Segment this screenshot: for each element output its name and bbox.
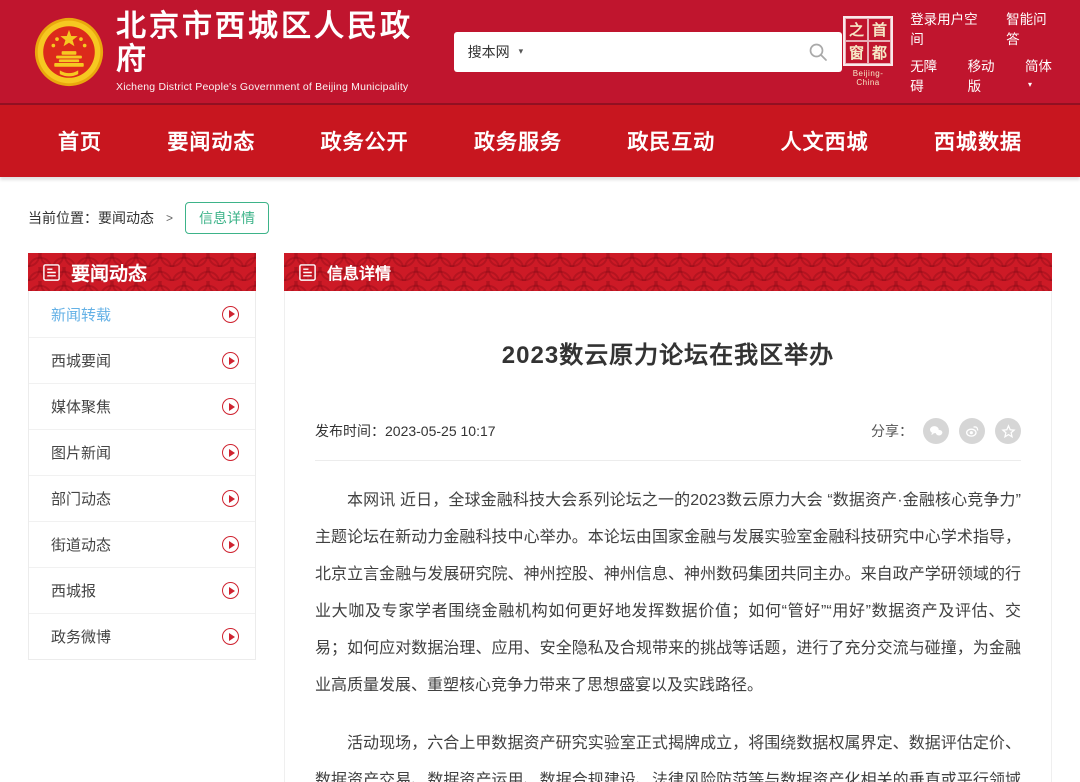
search-scope-label: 搜本网 bbox=[468, 42, 510, 62]
sidebar-item-label: 西城要闻 bbox=[51, 350, 111, 371]
sidebar-item-label: 部门动态 bbox=[51, 488, 111, 509]
sidebar-item-label: 西城报 bbox=[51, 580, 96, 601]
sidebar-item-xicheng-news[interactable]: 西城要闻 bbox=[29, 337, 255, 383]
breadcrumb-label: 当前位置： bbox=[28, 208, 98, 228]
chevron-down-icon: ▾ bbox=[1028, 80, 1032, 89]
accessibility-link[interactable]: 无障碍 bbox=[910, 55, 949, 95]
capital-window-logo[interactable]: 之 首 窗 都 Beijing-China bbox=[842, 16, 894, 87]
article-paragraph: 本网讯 近日，全球金融科技大会系列论坛之一的2023数云原力大会 “数据资产·金… bbox=[315, 482, 1021, 704]
cap-char: 首 bbox=[868, 18, 891, 41]
circle-arrow-icon bbox=[222, 582, 239, 599]
sidebar-list: 新闻转载 西城要闻 媒体聚焦 图片新闻 部门动态 街道动态 bbox=[28, 291, 256, 660]
breadcrumb-current-badge[interactable]: 信息详情 bbox=[185, 202, 269, 234]
mobile-version-link[interactable]: 移动版 bbox=[968, 55, 1007, 95]
sidebar-item-news-repost[interactable]: 新闻转载 bbox=[29, 291, 255, 337]
article-meta: 发布时间：2023-05-25 10:17 分享： bbox=[315, 418, 1021, 461]
sidebar-item-media-focus[interactable]: 媒体聚焦 bbox=[29, 383, 255, 429]
search-bar: 搜本网 ▾ bbox=[454, 32, 842, 72]
header-right: 之 首 窗 都 Beijing-China 登录用户空间 智能问答 无障碍 移动… bbox=[842, 1, 1058, 102]
sidebar-item-gov-weibo[interactable]: 政务微博 bbox=[29, 613, 255, 659]
circle-arrow-icon bbox=[222, 444, 239, 461]
weibo-share-icon[interactable] bbox=[959, 418, 985, 444]
star-share-icon[interactable] bbox=[995, 418, 1021, 444]
wechat-share-icon[interactable] bbox=[923, 418, 949, 444]
search-scope-dropdown[interactable]: 搜本网 ▾ bbox=[468, 42, 524, 62]
content-area: 要闻动态 新闻转载 西城要闻 媒体聚焦 图片新闻 部门动态 bbox=[28, 253, 1052, 782]
nav-item-gov-services[interactable]: 政务服务 bbox=[474, 126, 562, 156]
national-emblem-logo bbox=[34, 17, 104, 87]
sidebar-item-label: 媒体聚焦 bbox=[51, 396, 111, 417]
circle-arrow-icon bbox=[222, 352, 239, 369]
capital-window-grid: 之 首 窗 都 bbox=[843, 16, 893, 66]
publish-time-value: 2023-05-25 10:17 bbox=[385, 423, 496, 439]
site-identity: 北京市西城区人民政府 Xicheng District People's Gov… bbox=[116, 10, 436, 93]
nav-item-interaction[interactable]: 政民互动 bbox=[627, 126, 715, 156]
breadcrumb-separator: > bbox=[166, 211, 173, 225]
search-input[interactable] bbox=[531, 44, 800, 60]
sidebar-item-label: 新闻转载 bbox=[51, 304, 111, 325]
circle-arrow-icon bbox=[222, 628, 239, 645]
site-header: 北京市西城区人民政府 Xicheng District People's Gov… bbox=[0, 0, 1080, 103]
chevron-down-icon: ▾ bbox=[519, 46, 524, 57]
article-panel-header: 信息详情 bbox=[284, 253, 1052, 291]
nav-item-culture[interactable]: 人文西城 bbox=[781, 126, 869, 156]
article-content: 本网讯 近日，全球金融科技大会系列论坛之一的2023数云原力大会 “数据资产·金… bbox=[315, 482, 1021, 782]
share-bar: 分享： bbox=[871, 418, 1021, 444]
sidebar-item-label: 街道动态 bbox=[51, 534, 111, 555]
document-icon bbox=[298, 263, 317, 282]
nav-item-gov-affairs-open[interactable]: 政务公开 bbox=[321, 126, 409, 156]
smart-qa-link[interactable]: 智能问答 bbox=[1006, 8, 1058, 48]
article-body-panel: 2023数云原力论坛在我区举办 发布时间：2023-05-25 10:17 分享… bbox=[284, 291, 1052, 782]
circle-arrow-icon bbox=[222, 306, 239, 323]
capital-window-caption: Beijing-China bbox=[842, 69, 894, 87]
cap-char: 窗 bbox=[845, 41, 868, 64]
site-title: 北京市西城区人民政府 bbox=[116, 10, 436, 76]
sidebar: 要闻动态 新闻转载 西城要闻 媒体聚焦 图片新闻 部门动态 bbox=[28, 253, 256, 660]
sidebar-item-label: 图片新闻 bbox=[51, 442, 111, 463]
sidebar-item-xicheng-daily[interactable]: 西城报 bbox=[29, 567, 255, 613]
breadcrumb-section-link[interactable]: 要闻动态 bbox=[98, 208, 154, 228]
site-subtitle: Xicheng District People's Government of … bbox=[116, 81, 436, 93]
sidebar-item-street-updates[interactable]: 街道动态 bbox=[29, 521, 255, 567]
article-panel: 信息详情 2023数云原力论坛在我区举办 发布时间：2023-05-25 10:… bbox=[284, 253, 1052, 782]
circle-arrow-icon bbox=[222, 536, 239, 553]
document-icon bbox=[42, 263, 61, 282]
article-title: 2023数云原力论坛在我区举办 bbox=[315, 291, 1021, 370]
publish-time-label: 发布时间： bbox=[315, 423, 385, 439]
sidebar-title: 要闻动态 bbox=[71, 259, 147, 286]
language-dropdown[interactable]: 简体 ▾ bbox=[1025, 55, 1058, 95]
breadcrumb: 当前位置： 要闻动态 > 信息详情 bbox=[0, 177, 1080, 253]
cap-char: 都 bbox=[868, 41, 891, 64]
circle-arrow-icon bbox=[222, 490, 239, 507]
sidebar-item-department-updates[interactable]: 部门动态 bbox=[29, 475, 255, 521]
nav-item-news[interactable]: 要闻动态 bbox=[167, 126, 255, 156]
article-panel-title: 信息详情 bbox=[327, 260, 391, 284]
sidebar-item-label: 政务微博 bbox=[51, 626, 111, 647]
main-navigation: 首页 要闻动态 政务公开 政务服务 政民互动 人文西城 西城数据 bbox=[0, 103, 1080, 177]
share-label: 分享： bbox=[871, 421, 913, 441]
login-user-space-link[interactable]: 登录用户空间 bbox=[910, 8, 988, 48]
sidebar-header: 要闻动态 bbox=[28, 253, 256, 291]
circle-arrow-icon bbox=[222, 398, 239, 415]
search-icon[interactable] bbox=[808, 42, 828, 62]
language-label: 简体 bbox=[1025, 59, 1052, 74]
sidebar-item-photo-news[interactable]: 图片新闻 bbox=[29, 429, 255, 475]
nav-item-data[interactable]: 西城数据 bbox=[934, 126, 1022, 156]
publish-time: 发布时间：2023-05-25 10:17 bbox=[315, 421, 496, 441]
nav-item-home[interactable]: 首页 bbox=[58, 126, 102, 156]
article-paragraph: 活动现场，六合上甲数据资产研究实验室正式揭牌成立，将围绕数据权属界定、数据评估定… bbox=[315, 725, 1021, 782]
cap-char: 之 bbox=[845, 18, 868, 41]
header-links: 登录用户空间 智能问答 无障碍 移动版 简体 ▾ bbox=[910, 1, 1058, 102]
